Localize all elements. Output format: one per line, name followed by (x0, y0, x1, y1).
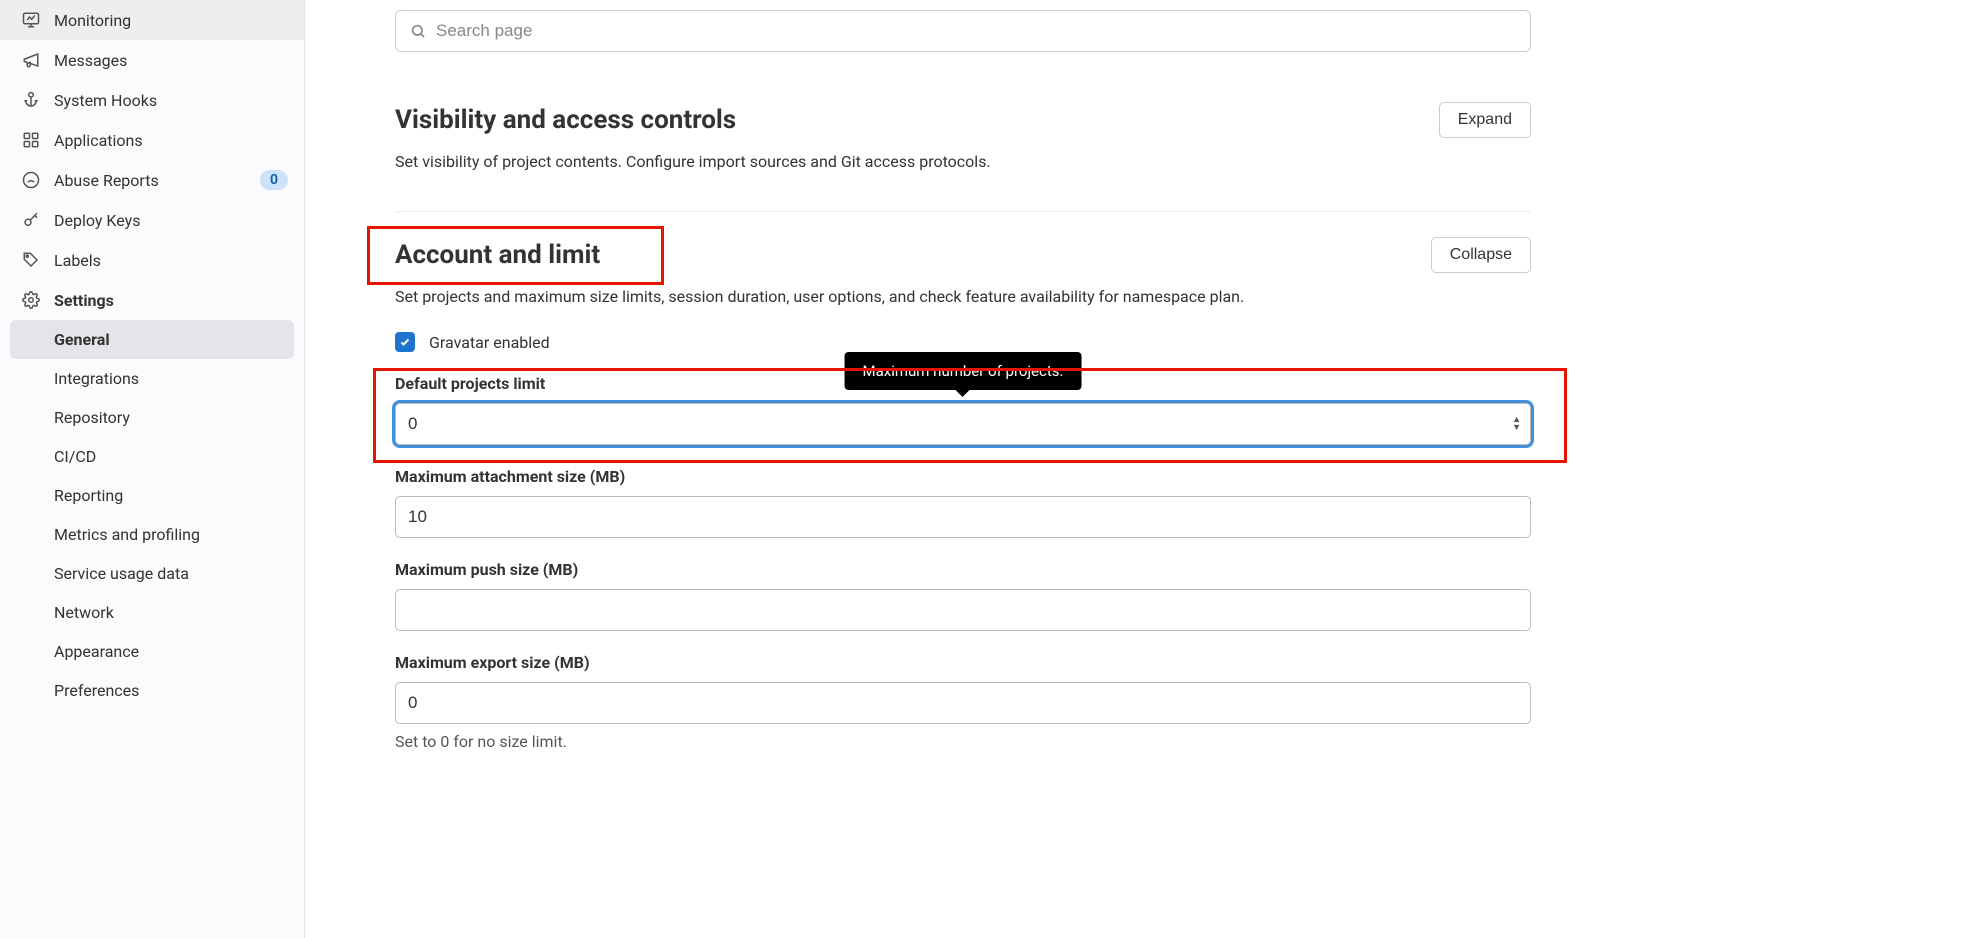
checkbox-checked-icon[interactable] (395, 332, 415, 352)
sidebar-sub-integrations[interactable]: Integrations (0, 359, 304, 398)
max-push-group: Maximum push size (MB) (395, 560, 1531, 631)
sidebar-item-applications[interactable]: Applications (0, 120, 304, 160)
sidebar-item-label: Settings (54, 291, 114, 310)
sidebar-item-messages[interactable]: Messages (0, 40, 304, 80)
tooltip: Maximum number of projects. (845, 352, 1082, 390)
gravatar-label: Gravatar enabled (429, 333, 550, 352)
abuse-badge: 0 (260, 170, 288, 190)
search-icon (410, 23, 426, 39)
sidebar-sub-service-usage[interactable]: Service usage data (0, 554, 304, 593)
sidebar-sub-cicd[interactable]: CI/CD (0, 437, 304, 476)
sidebar-sub-metrics[interactable]: Metrics and profiling (0, 515, 304, 554)
sidebar-item-label: Messages (54, 51, 127, 70)
sidebar-item-settings[interactable]: Settings (0, 280, 304, 320)
max-push-input[interactable] (395, 589, 1531, 631)
sidebar-sub-appearance[interactable]: Appearance (0, 632, 304, 671)
gravatar-checkbox-row[interactable]: Gravatar enabled (395, 332, 1531, 352)
max-export-input[interactable] (395, 682, 1531, 724)
sidebar-item-deploy-keys[interactable]: Deploy Keys (0, 200, 304, 240)
gear-icon (20, 289, 42, 311)
max-push-label: Maximum push size (MB) (395, 560, 1531, 579)
sidebar-item-abuse-reports[interactable]: Abuse Reports 0 (0, 160, 304, 200)
sidebar-item-system-hooks[interactable]: System Hooks (0, 80, 304, 120)
search-page-box[interactable] (395, 10, 1531, 52)
tag-icon (20, 249, 42, 271)
key-icon (20, 209, 42, 231)
sidebar-sub-repository[interactable]: Repository (0, 398, 304, 437)
max-attachment-group: Maximum attachment size (MB) (395, 467, 1531, 538)
megaphone-icon (20, 49, 42, 71)
search-input[interactable] (436, 21, 1516, 41)
account-limit-desc: Set projects and maximum size limits, se… (395, 287, 1531, 306)
sidebar-item-label: System Hooks (54, 91, 157, 110)
account-limit-title: Account and limit (395, 240, 600, 270)
visibility-desc: Set visibility of project contents. Conf… (395, 152, 1531, 171)
sidebar-sub-preferences[interactable]: Preferences (0, 671, 304, 710)
sidebar-item-label: Abuse Reports (54, 171, 159, 190)
visibility-title: Visibility and access controls (395, 105, 736, 135)
sidebar-sub-reporting[interactable]: Reporting (0, 476, 304, 515)
max-export-label: Maximum export size (MB) (395, 653, 1531, 672)
sidebar-item-label: Monitoring (54, 11, 131, 30)
anchor-icon (20, 89, 42, 111)
max-export-help: Set to 0 for no size limit. (395, 732, 1531, 751)
sidebar-sub-general[interactable]: General (10, 320, 294, 359)
sidebar-sub-network[interactable]: Network (0, 593, 304, 632)
sidebar-item-labels[interactable]: Labels (0, 240, 304, 280)
apps-icon (20, 129, 42, 151)
account-limit-section: Account and limit Collapse Set projects … (395, 237, 1531, 751)
sidebar-item-label: Deploy Keys (54, 211, 140, 230)
max-export-group: Maximum export size (MB) Set to 0 for no… (395, 653, 1531, 751)
max-attachment-input[interactable] (395, 496, 1531, 538)
sidebar-item-label: Applications (54, 131, 143, 150)
expand-button[interactable]: Expand (1439, 102, 1531, 138)
collapse-button[interactable]: Collapse (1431, 237, 1531, 273)
divider (395, 211, 1531, 212)
main-content: Visibility and access controls Expand Se… (305, 0, 1981, 938)
max-attachment-label: Maximum attachment size (MB) (395, 467, 1531, 486)
projects-limit-input[interactable] (395, 403, 1531, 445)
default-projects-limit-group: Default projects limit Maximum number of… (395, 374, 1531, 445)
sidebar-item-monitoring[interactable]: Monitoring (0, 0, 304, 40)
abuse-icon (20, 169, 42, 191)
visibility-section: Visibility and access controls Expand Se… (395, 102, 1531, 171)
sidebar-item-label: Labels (54, 251, 101, 270)
monitor-icon (20, 9, 42, 31)
sidebar: Monitoring Messages System Hooks Applica… (0, 0, 305, 938)
